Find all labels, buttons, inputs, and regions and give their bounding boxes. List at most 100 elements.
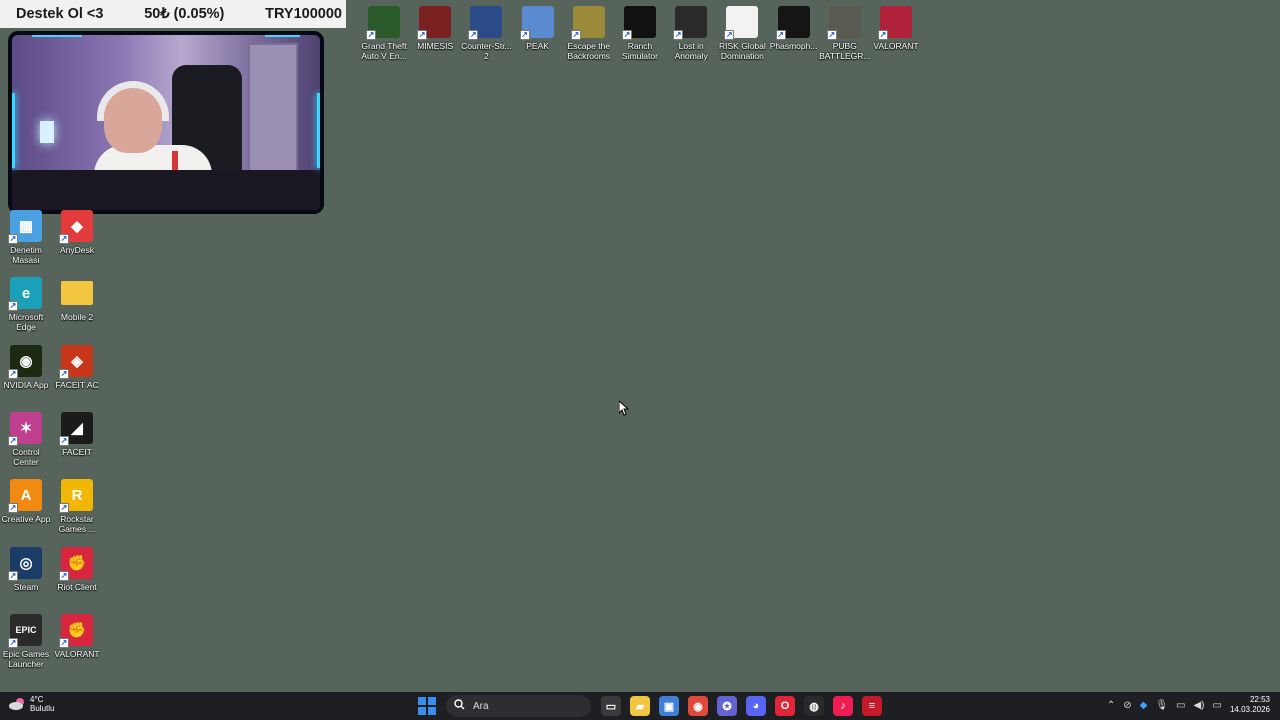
peak-icon: ↗	[519, 6, 554, 40]
donation-amount: 50₺ (0.05%)	[144, 6, 225, 22]
escape-backrooms-icon: ↗	[570, 6, 605, 40]
icon-glyph: e	[21, 284, 31, 302]
taskbar-app-glyph: ▣	[663, 700, 675, 713]
webcam-overlay	[8, 31, 324, 214]
clock-date: 14.03.2026	[1229, 705, 1270, 714]
overlay-icon[interactable]: ≡	[862, 696, 882, 716]
ranch-simulator-icon: ↗	[622, 6, 656, 40]
clock-time: 22:53	[1249, 695, 1270, 704]
desktop-icon-valorant[interactable]: ↗ VALORANT	[870, 6, 922, 51]
desktop-icon-escape-backrooms[interactable]: ↗ Escape the Backrooms	[563, 6, 615, 61]
obs-icon[interactable]: ◍	[804, 696, 824, 716]
desktop-icon-faceit-ac[interactable]: ◈ ↗ FACEIT AC	[51, 344, 103, 390]
desktop-icon-lost-in-anomaly[interactable]: ↗ Lost in Anomaly	[665, 6, 717, 61]
desktop-icon-peak[interactable]: ↗ PEAK	[512, 6, 564, 51]
faceit-icon: ◢ ↗	[59, 411, 93, 446]
icon-glyph: ✊	[67, 621, 87, 639]
tiktok-icon[interactable]: ♪	[833, 696, 853, 716]
taskbar-app-glyph: ♪	[840, 700, 846, 712]
monitor-icon[interactable]: ▭	[1176, 700, 1185, 711]
desktop-icon-edge[interactable]: e ↗ Microsoft Edge	[0, 277, 52, 332]
desktop-icon-counter-strike[interactable]: ↗ Counter-Str... 2	[460, 6, 512, 61]
icon-glyph: ✶	[19, 419, 33, 437]
chrome-icon[interactable]: ◉	[688, 696, 708, 716]
phasmophobia-icon: ↗	[775, 6, 810, 40]
desktop-icon-label: FACEIT AC	[55, 379, 99, 390]
desktop-icon-mimesis[interactable]: ↗ MIMESIS	[409, 6, 461, 51]
desktop-icon-label: Rockstar Games ...	[58, 514, 96, 535]
desktop-icon-steam[interactable]: ◎ ↗ Steam	[0, 546, 52, 592]
file-explorer-icon[interactable]: ▰	[630, 696, 650, 716]
desktop-icon-anydesk[interactable]: ◆ ↗ AnyDesk	[51, 210, 103, 255]
speaker-icon[interactable]: ◀)	[1193, 700, 1204, 711]
icon-glyph: R	[71, 486, 83, 504]
desktop-icon-faceit[interactable]: ◢ ↗ FACEIT	[51, 411, 103, 457]
icon-glyph: ◢	[71, 419, 83, 437]
desktop-icon-valorant[interactable]: ✊ ↗ VALORANT	[51, 613, 103, 659]
desktop-icon-label: AnyDesk	[59, 245, 94, 255]
discord-icon[interactable]: ◕	[746, 696, 766, 716]
cloud-icon	[8, 696, 26, 712]
desktop-icon-gta-v[interactable]: ↗ Grand Theft Auto V En...	[358, 6, 410, 61]
gta-v-icon: ↗	[366, 6, 400, 40]
faceit-ac-icon: ◈ ↗	[59, 344, 93, 379]
taskbar-app-glyph: ≡	[868, 700, 876, 712]
desktop-icon-ranch-simulator[interactable]: ↗ Ranch Simulator	[614, 6, 666, 61]
risk-icon: ↗	[724, 6, 759, 40]
chevron-up-icon[interactable]: ⌃	[1107, 700, 1115, 711]
desktop-icon-control-center[interactable]: ✶ ↗ Control Center	[0, 411, 52, 467]
taskbar-app-glyph: ▭	[605, 700, 617, 713]
icon-glyph: EPIC	[15, 624, 37, 635]
edge-icon: e ↗	[8, 277, 42, 312]
control-center-icon: ✶ ↗	[8, 411, 42, 446]
icon-glyph: A	[20, 486, 32, 504]
anydesk-icon: ◆ ↗	[59, 210, 93, 244]
desktop-icon-control-panel[interactable]: ▦ ↗ Denetim Masası	[0, 210, 52, 265]
weather-desc: Bulutlu	[30, 704, 55, 713]
taskbar: 4°C Bulutlu Ara ▭ ▰ ▣ ◉ ✪ ◕ O ◍ ♪ ≡ ⌃ ⊘ ◆ 🎙︎ ▭ ◀)…	[0, 692, 1280, 720]
icon-glyph: ◉	[19, 352, 33, 370]
taskbar-app-glyph: ◍	[809, 700, 819, 713]
desktop-icon-risk[interactable]: ↗ RISK Global Domination	[716, 6, 768, 61]
desktop-icon-label: Riot Client	[57, 581, 97, 592]
donation-target: TRY100000	[265, 6, 342, 22]
folder-icon	[61, 281, 93, 306]
icon-glyph: ◎	[19, 554, 33, 572]
desktop-icon-phasmophobia[interactable]: ↗ Phasmoph...	[768, 6, 820, 51]
steam-icon: ◎ ↗	[8, 546, 42, 581]
creative-app-icon: A ↗	[8, 479, 42, 514]
counter-strike-icon: ↗	[468, 6, 503, 40]
network-off-icon[interactable]: ⊘	[1123, 700, 1131, 711]
pubg-icon: ↗	[826, 6, 861, 40]
valorant-icon: ✊ ↗	[59, 613, 93, 648]
desktop-icon-pubg[interactable]: ↗ PUBG BATTLEGR...	[819, 6, 871, 61]
weather-temp: 4°C	[30, 695, 44, 704]
weather-widget[interactable]: 4°C Bulutlu	[8, 695, 54, 713]
taskbar-app-glyph: ◕	[752, 700, 760, 712]
opera-icon[interactable]: O	[775, 696, 795, 716]
desktop-icon-riot-client[interactable]: ✊ ↗ Riot Client	[51, 546, 103, 592]
clock[interactable]: 22:53 14.03.2026	[1230, 695, 1270, 715]
desktop-icon-epic-games[interactable]: EPIC ↗ Epic Games Launcher	[0, 613, 52, 669]
desktop-icon-folder[interactable]: Mobile 2	[51, 277, 103, 322]
rockstar-icon: R ↗	[59, 479, 93, 514]
desktop-icon-label: Mobile 2	[60, 312, 94, 323]
search-box[interactable]: Ara	[446, 695, 591, 717]
explorer-app-icon[interactable]: ▭	[601, 696, 621, 716]
battery-icon[interactable]: ▭	[1213, 700, 1222, 711]
desktop-icon-rockstar[interactable]: R ↗ Rockstar Games ...	[51, 479, 103, 534]
start-button[interactable]	[418, 697, 436, 715]
search-icon	[454, 699, 465, 713]
lost-in-anomaly-icon: ↗	[673, 6, 708, 40]
microphone-icon[interactable]: 🎙︎	[1155, 700, 1168, 711]
mouse-cursor-icon	[619, 401, 629, 416]
desktop-icon-creative-app[interactable]: A ↗ Creative App	[0, 479, 52, 524]
store-icon[interactable]: ▣	[659, 696, 679, 716]
icon-glyph: ◈	[71, 352, 83, 370]
valorant-icon: ↗	[878, 6, 912, 40]
desktop-icon-nvidia[interactable]: ◉ ↗ NVIDIA App	[0, 344, 52, 390]
icon-glyph: ◆	[71, 218, 83, 235]
teams-icon[interactable]: ✪	[717, 696, 737, 716]
system-tray: ⌃ ⊘ ◆ 🎙︎ ▭ ◀) ▭ 22:53 14.03.2026	[1107, 695, 1270, 715]
shield-icon[interactable]: ◆	[1140, 700, 1148, 711]
